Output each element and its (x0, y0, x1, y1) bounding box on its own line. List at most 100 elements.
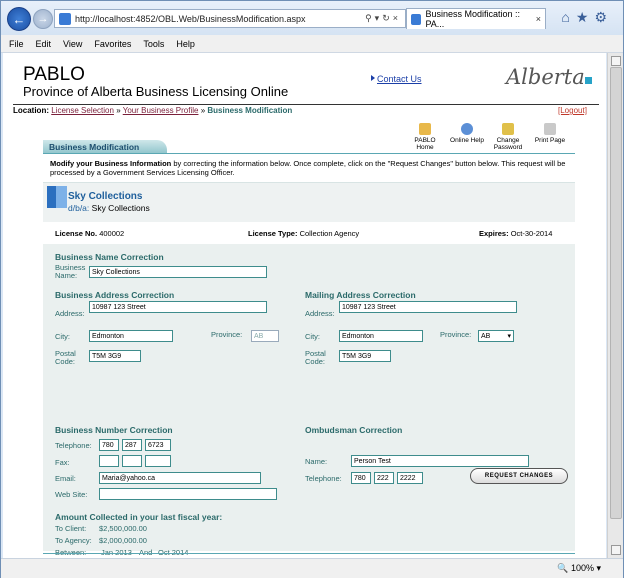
home-icon: ⌂ (561, 9, 576, 25)
mail-province-label: Province: (440, 330, 472, 339)
settings-gear-icon: ⚙ (594, 9, 613, 25)
menu-favorites[interactable]: Favorites (94, 39, 131, 49)
email-label: Email: (55, 474, 76, 483)
fax-prefix-input[interactable] (122, 455, 142, 467)
omb-tel-area-input[interactable]: 780 (351, 472, 371, 484)
print-page-button[interactable]: Print Page (530, 123, 570, 144)
fax-area-input[interactable] (99, 455, 119, 467)
key-icon (502, 123, 514, 135)
bottom-divider (43, 553, 575, 554)
postal-input[interactable]: T5M 3G9 (89, 350, 141, 362)
pablo-home-label: PABLO Home (414, 137, 436, 151)
mail-address-input[interactable]: 10987 123 Street (339, 301, 517, 313)
menu-edit[interactable]: Edit (36, 39, 52, 49)
website-input[interactable] (99, 488, 277, 500)
breadcrumb: Location: License Selection » Your Busin… (13, 106, 292, 115)
zoom-level[interactable]: 🔍 100% ▾ (557, 563, 601, 574)
company-box: Sky Collections d/b/a: Sky Collections (43, 182, 575, 222)
logout-link[interactable]: [Logout] (558, 106, 587, 115)
crumb-sep: » (116, 106, 121, 115)
to-agency-label: To Agency: (55, 536, 92, 545)
mail-province-select[interactable]: AB ▾ (478, 330, 514, 342)
scroll-thumb[interactable] (610, 67, 622, 519)
help-icon (461, 123, 473, 135)
number-section-heading: Business Number Correction (55, 425, 173, 435)
tab-favicon-icon (411, 13, 422, 25)
menu-file[interactable]: File (9, 39, 24, 49)
mail-postal-input[interactable]: T5M 3G9 (339, 350, 391, 362)
location-label: Location: (13, 106, 49, 115)
crumb-license-selection[interactable]: License Selection (51, 106, 114, 115)
address-label: Address: (55, 309, 85, 318)
site-title: PABLO (23, 64, 85, 85)
menu-help[interactable]: Help (176, 39, 195, 49)
mail-city-label: City: (305, 332, 320, 341)
license-expires: Expires: Oct-30-2014 (479, 229, 552, 238)
to-client-value: $2,500,000.00 (99, 524, 147, 533)
dba-label: d/b/a: (68, 203, 90, 213)
forward-button[interactable]: → (33, 9, 53, 29)
name-section-heading: Business Name Correction (55, 252, 164, 262)
request-changes-button[interactable]: REQUEST CHANGES (470, 468, 568, 484)
tel-prefix-input[interactable]: 287 (122, 439, 142, 451)
online-help-button[interactable]: Online Help (447, 123, 487, 144)
crumb-sep: » (200, 106, 206, 115)
city-input[interactable]: Edmonton (89, 330, 173, 342)
printer-icon (544, 123, 556, 135)
tab-close-icon[interactable]: × (536, 14, 541, 24)
change-password-button[interactable]: Change Password (488, 123, 528, 151)
province-input: AB (251, 330, 279, 342)
omb-tel-prefix-input[interactable]: 222 (374, 472, 394, 484)
dropdown-arrow-icon[interactable]: ▾ (507, 331, 511, 343)
contact-us-link[interactable]: Contact Us (377, 74, 422, 84)
change-password-label: Change Password (493, 137, 523, 151)
tel-line-input[interactable]: 6723 (145, 439, 171, 451)
home-icon (419, 123, 431, 135)
browser-icons[interactable]: ⌂★⚙ (561, 9, 613, 26)
address-section-heading: Business Address Correction (55, 290, 175, 300)
address-tools-icons[interactable]: ⚲▾↻× (365, 13, 401, 24)
expires-label: Expires: (479, 229, 509, 238)
omb-name-input[interactable]: Person Test (351, 455, 529, 467)
building-icon (47, 186, 67, 208)
menu-tools[interactable]: Tools (143, 39, 164, 49)
mail-postal-label: Postal Code: (305, 349, 326, 366)
favorites-star-icon: ★ (575, 9, 595, 25)
browser-tab[interactable]: Business Modification :: PA... × (406, 8, 546, 29)
fax-line-input[interactable] (145, 455, 171, 467)
business-name-label: Business Name: (55, 263, 86, 280)
amount-section-heading: Amount Collected in your last fiscal yea… (55, 512, 223, 522)
website-label: Web Site: (55, 490, 88, 499)
menu-view[interactable]: View (63, 39, 82, 49)
back-button[interactable]: ← (7, 7, 31, 31)
menu-bar: File Edit View Favorites Tools Help (1, 35, 623, 53)
vertical-scrollbar[interactable] (607, 53, 623, 558)
expires-value: Oct-30-2014 (510, 229, 553, 238)
license-type: License Type: Collection Agency (248, 229, 359, 238)
tel-area-input[interactable]: 780 (99, 439, 119, 451)
email-input[interactable]: Maria@yahoo.ca (99, 472, 261, 484)
postal-label: Postal Code: (55, 349, 76, 366)
scroll-up-icon[interactable] (611, 56, 621, 66)
dba: d/b/a: Sky Collections (68, 203, 150, 213)
omb-tel-line-input[interactable]: 2222 (397, 472, 423, 484)
license-type-value: Collection Agency (299, 229, 360, 238)
business-name-input[interactable]: Sky Collections (89, 266, 267, 278)
intro-bold: Modify your Business Information (50, 159, 172, 168)
telephone-label: Telephone: (55, 441, 92, 450)
mail-city-input[interactable]: Edmonton (339, 330, 423, 342)
site-subtitle: Province of Alberta Business Licensing O… (23, 84, 289, 99)
ombudsman-section-heading: Ombudsman Correction (305, 425, 403, 435)
url-text[interactable]: http://localhost:4852/OBL.Web/BusinessMo… (75, 14, 365, 24)
pablo-home-button[interactable]: PABLO Home (405, 123, 445, 151)
url-box[interactable]: http://localhost:4852/OBL.Web/BusinessMo… (54, 9, 406, 28)
scroll-down-icon[interactable] (611, 545, 621, 555)
omb-telephone-label: Telephone: (305, 474, 342, 483)
address-input[interactable]: 10987 123 Street (89, 301, 267, 313)
intro-text: Modify your Business Information by corr… (50, 159, 572, 177)
panel-title: Business Modification (43, 140, 167, 154)
panel-divider (43, 153, 575, 154)
browser-window: ← → http://localhost:4852/OBL.Web/Busine… (0, 0, 624, 578)
crumb-business-profile[interactable]: Your Business Profile (123, 106, 199, 115)
fax-label: Fax: (55, 458, 70, 467)
